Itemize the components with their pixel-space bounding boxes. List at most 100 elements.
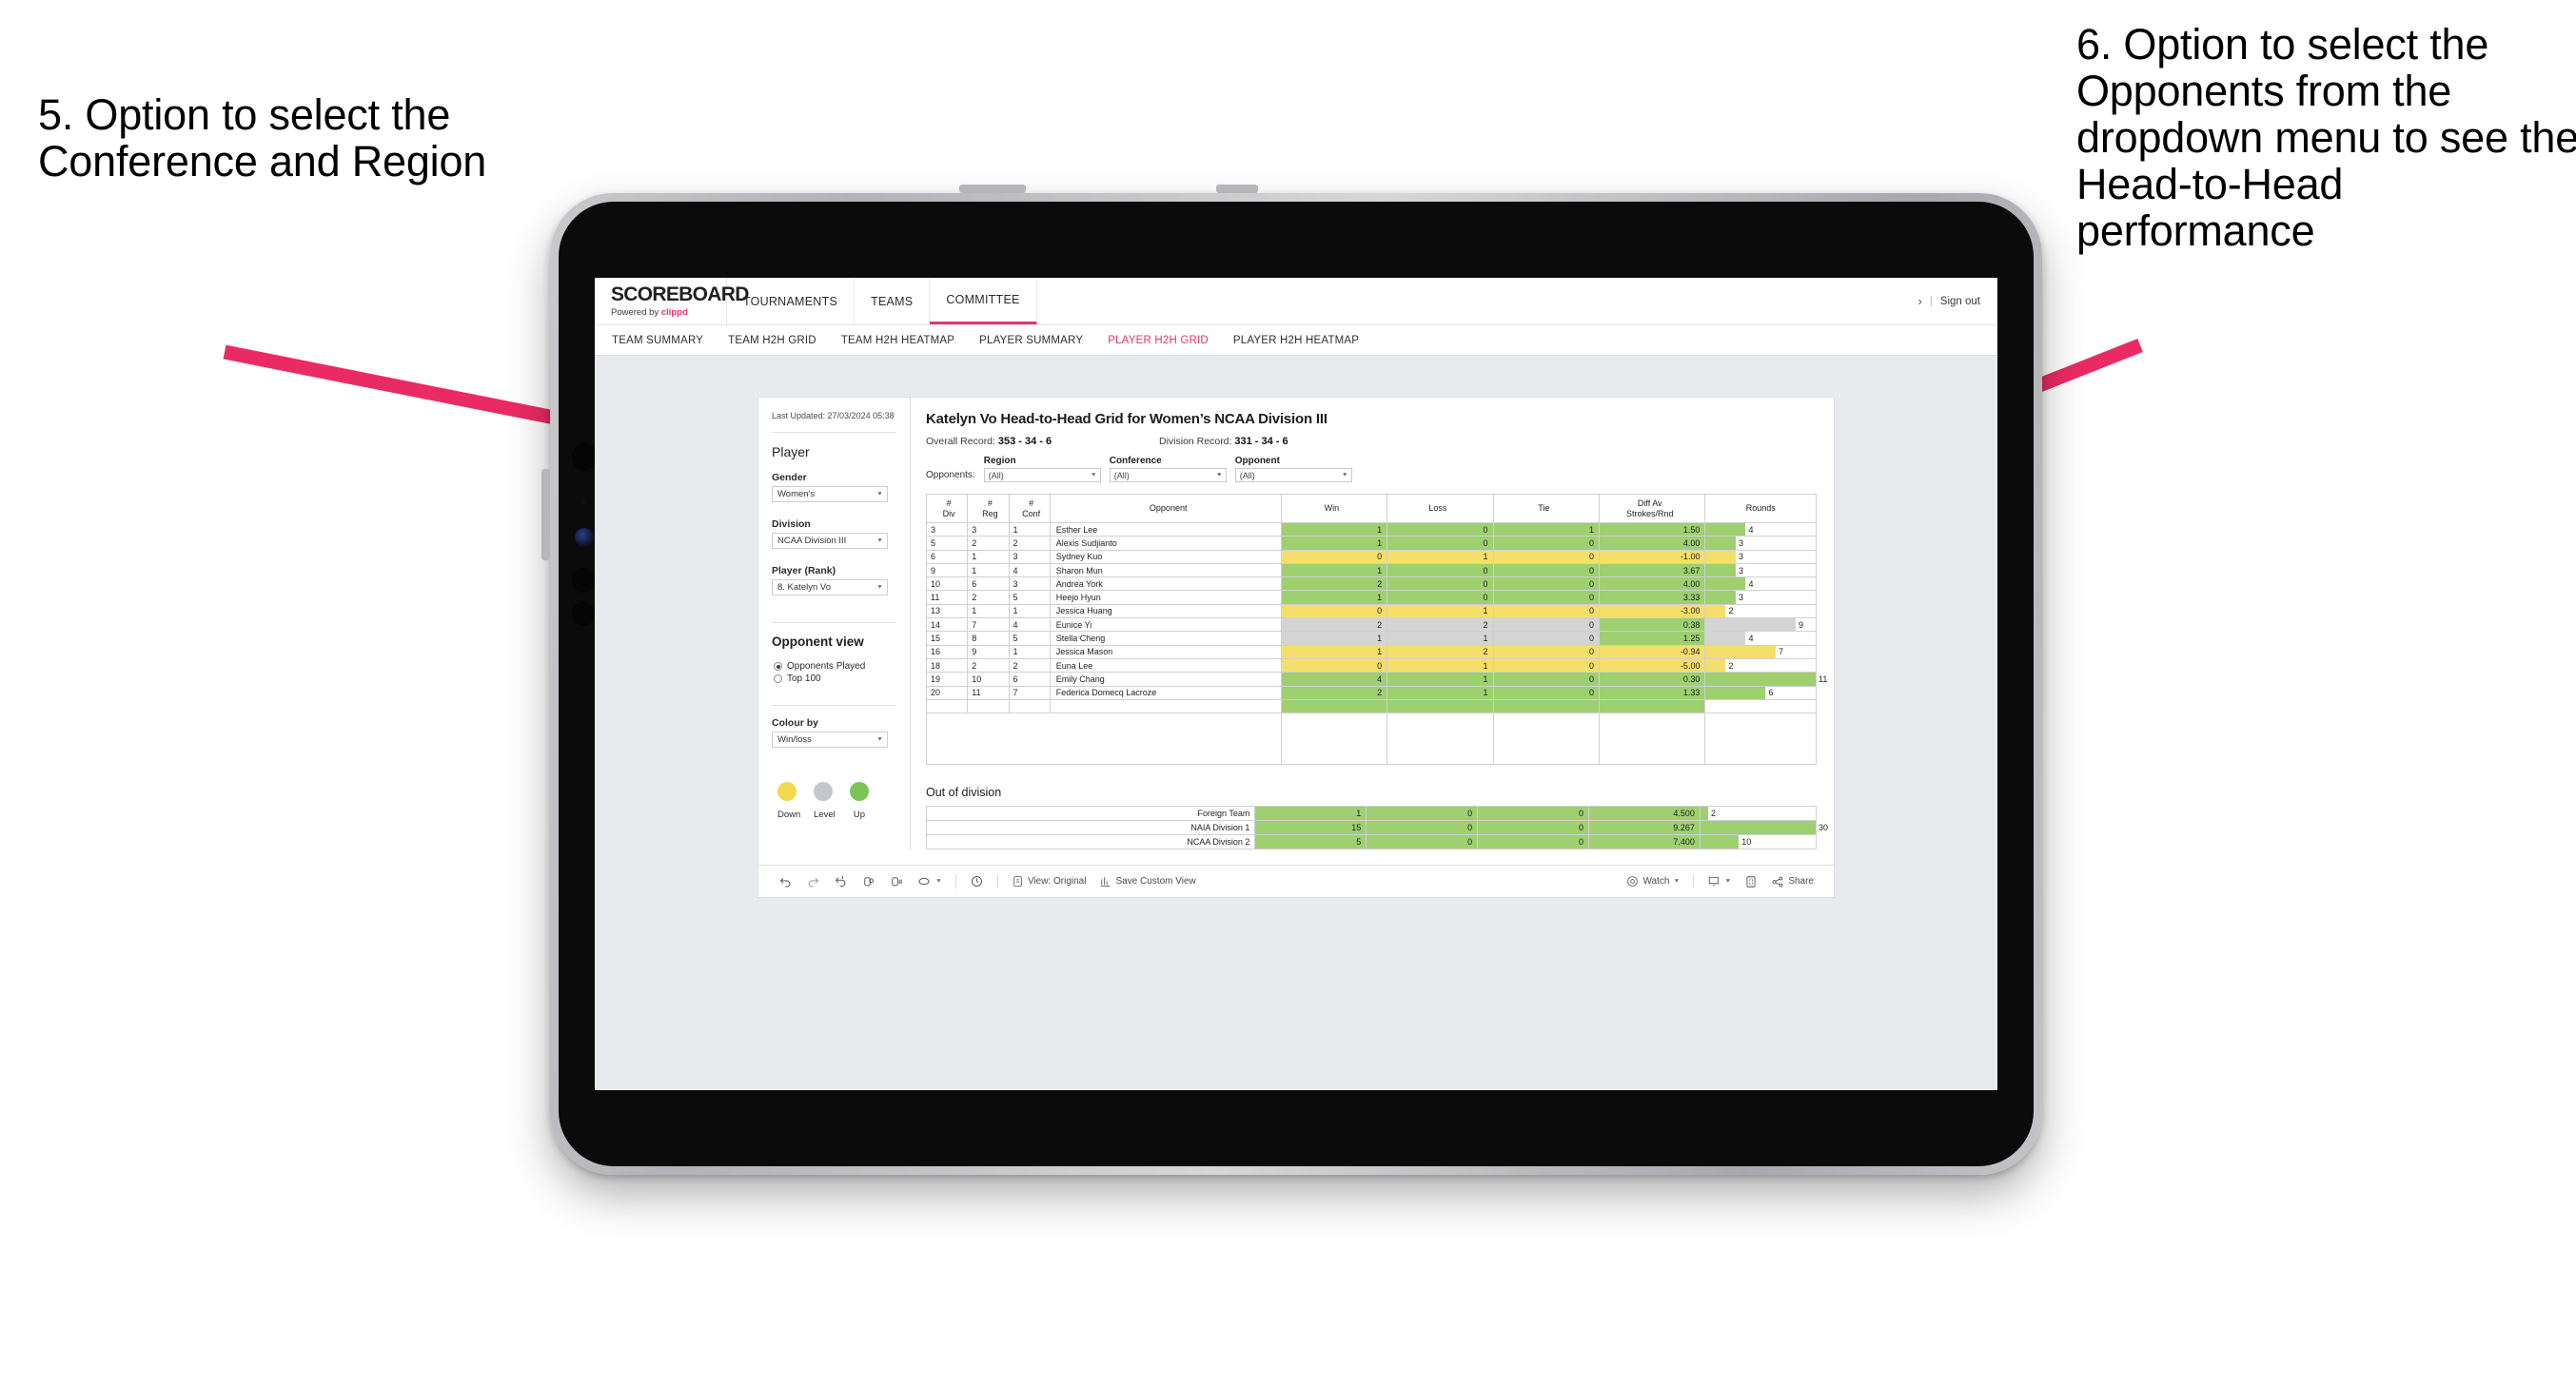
chevron-down-icon: ▼ <box>876 584 883 591</box>
ood-rounds: 2 <box>1699 806 1818 822</box>
col-tie[interactable]: Tie <box>1492 494 1601 523</box>
row-tie: 0 <box>1492 672 1601 687</box>
out-of-division-row[interactable]: NAIA Division 1 15 0 0 9.267 30 <box>925 820 1828 836</box>
table-row[interactable]: 14 7 4 Eunice Yi 2 2 0 0.38 9 <box>925 617 1817 633</box>
radio-top-100[interactable]: Top 100 <box>774 673 910 684</box>
table-row[interactable]: 10 6 3 Andrea York 2 0 0 4.00 4 <box>925 576 1817 592</box>
revert-button[interactable] <box>827 874 855 888</box>
back-button[interactable]: ▼ <box>910 874 949 888</box>
row-rounds: 7 <box>1704 644 1817 659</box>
region-select[interactable]: (All) ▼ <box>983 468 1101 482</box>
share-button[interactable]: Share <box>1764 875 1820 888</box>
row-win: 0 <box>1280 549 1388 564</box>
col-diff-l1: Diff Av <box>1637 498 1662 509</box>
nav-item-teams[interactable]: TEAMS <box>855 278 931 324</box>
rounds-value: 4 <box>1748 634 1754 644</box>
undo-button[interactable] <box>772 874 799 888</box>
row-opponent: Sharon Mun <box>1049 562 1282 578</box>
ood-name: NAIA Division 1 <box>925 820 1256 836</box>
opponent-select[interactable]: (All) ▼ <box>1234 468 1352 482</box>
table-row[interactable]: 16 9 1 Jessica Mason 1 2 0 -0.94 7 <box>925 644 1817 659</box>
tab-player-h2h-grid[interactable]: PLAYER H2H GRID <box>1108 335 1209 346</box>
row-diff: 0.38 <box>1598 617 1706 633</box>
tab-player-summary[interactable]: PLAYER SUMMARY <box>979 335 1083 346</box>
table-row[interactable]: 15 8 5 Stella Cheng 1 1 0 1.25 4 <box>925 631 1817 646</box>
col-opponent[interactable]: Opponent <box>1049 494 1282 523</box>
colour-by-value: Win/loss <box>777 734 812 746</box>
conference-select[interactable]: (All) ▼ <box>1109 468 1227 482</box>
col-div[interactable]: # Div <box>925 494 969 523</box>
save-custom-view-button[interactable]: Save Custom View <box>1092 875 1202 888</box>
opponent-filter: Opponent (All) ▼ <box>1234 456 1352 482</box>
table-row[interactable]: 13 1 1 Jessica Huang 0 1 0 -3.00 2 <box>925 603 1817 619</box>
brand-logo[interactable]: SCOREBOARD Powered by clippd <box>595 278 749 324</box>
tab-team-h2h-heatmap[interactable]: TEAM H2H HEATMAP <box>841 335 954 346</box>
colour-by-select[interactable]: Win/loss ▼ <box>772 732 888 749</box>
tab-player-h2h-heatmap[interactable]: PLAYER H2H HEATMAP <box>1233 335 1359 346</box>
tab-team-summary[interactable]: TEAM SUMMARY <box>612 335 703 346</box>
row-rounds: 2 <box>1704 603 1817 619</box>
ood-tie: 0 <box>1477 820 1590 836</box>
col-rounds[interactable]: Rounds <box>1704 494 1817 523</box>
row-loss: 0 <box>1386 576 1494 592</box>
nav-item-committee[interactable]: COMMITTEE <box>930 278 1037 324</box>
row-diff: 4.00 <box>1598 576 1706 592</box>
table-row[interactable]: 6 1 3 Sydney Kuo 0 1 0 -1.00 3 <box>925 549 1817 564</box>
sign-out-link[interactable]: Sign out <box>1940 296 1980 307</box>
table-row[interactable]: 11 2 5 Heejo Hyun 1 0 0 3.33 3 <box>925 590 1817 605</box>
rounds-value: 3 <box>1738 565 1743 576</box>
row-reg: 1 <box>967 603 1010 619</box>
row-tie: 0 <box>1492 644 1601 659</box>
table-row[interactable]: 19 10 6 Emily Chang 4 1 0 0.30 11 <box>925 672 1827 687</box>
header-row: # Div # Reg # Conf Opponent Win Loss Tie Di… <box>925 494 1817 523</box>
row-opponent: Euna Lee <box>1049 657 1282 673</box>
fullscreen-button[interactable] <box>1738 875 1764 888</box>
row-diff: 3.67 <box>1598 562 1706 578</box>
row-opponent: Eunice Yi <box>1049 617 1282 633</box>
table-row[interactable]: 20 11 7 Federica Domecq Lacroze 2 1 0 1.33 6 <box>925 685 1817 700</box>
nav-item-tournaments[interactable]: TOURNAMENTS <box>727 278 855 324</box>
brand-tagline: Powered by clippd <box>611 307 726 318</box>
table-row[interactable]: 5 2 2 Alexis Sudjianto 1 0 0 4.00 3 <box>925 536 1817 551</box>
redo-button[interactable] <box>799 874 827 888</box>
chevron-right-icon[interactable]: › <box>1917 294 1921 308</box>
ood-diff: 9.267 <box>1588 820 1701 836</box>
gender-select[interactable]: Women's ▼ <box>772 486 888 503</box>
row-opponent: Emily Chang <box>1049 672 1282 687</box>
refresh-button[interactable] <box>855 874 882 888</box>
clipped-cell <box>1704 698 1817 714</box>
col-loss[interactable]: Loss <box>1386 494 1494 523</box>
row-div: 14 <box>925 617 969 633</box>
radio-opponents-played[interactable]: Opponents Played <box>774 661 910 672</box>
annotation-text-left: 5. Option to select the Conference and R… <box>38 90 487 186</box>
division-select[interactable]: NCAA Division III ▼ <box>772 533 888 550</box>
view-original-button[interactable]: View: Original <box>1005 875 1093 888</box>
table-row[interactable]: 9 1 4 Sharon Mun 1 0 0 3.67 3 <box>925 562 1817 578</box>
col-conf[interactable]: # Conf <box>1008 494 1051 523</box>
clipped-cell <box>1008 698 1051 714</box>
row-diff: 0.30 <box>1598 672 1706 687</box>
last-updated-text: Last Updated: 27/03/2024 05:38 <box>772 411 895 420</box>
download-button[interactable]: ▼ <box>1701 875 1738 888</box>
colour-legend: Down Level Up <box>772 782 910 820</box>
col-reg[interactable]: # Reg <box>967 494 1010 523</box>
row-div: 6 <box>925 549 969 564</box>
tab-team-h2h-grid[interactable]: TEAM H2H GRID <box>728 335 816 346</box>
divider <box>772 705 896 707</box>
pause-auto-update-button[interactable] <box>963 874 991 888</box>
col-diff[interactable]: Diff Av Strokes/Rnd <box>1598 494 1706 523</box>
out-of-division-row[interactable]: Foreign Team 1 0 0 4.500 2 <box>925 806 1818 822</box>
watch-button[interactable]: Watch ▼ <box>1620 875 1686 888</box>
player-rank-select[interactable]: 8. Katelyn Vo ▼ <box>772 579 888 596</box>
pause-button[interactable] <box>882 874 910 888</box>
table-row[interactable]: 18 2 2 Euna Lee 0 1 0 -5.00 2 <box>925 657 1817 673</box>
col-win[interactable]: Win <box>1280 494 1388 523</box>
row-tie: 0 <box>1492 685 1601 700</box>
out-of-division-row[interactable]: NCAA Division 2 5 0 0 7.400 10 <box>925 834 1818 850</box>
table-row[interactable]: 3 3 1 Esther Lee 1 0 1 1.50 4 <box>925 521 1817 537</box>
row-reg: 2 <box>967 590 1010 605</box>
clipped-cell <box>1598 698 1706 714</box>
row-loss: 1 <box>1386 685 1494 700</box>
